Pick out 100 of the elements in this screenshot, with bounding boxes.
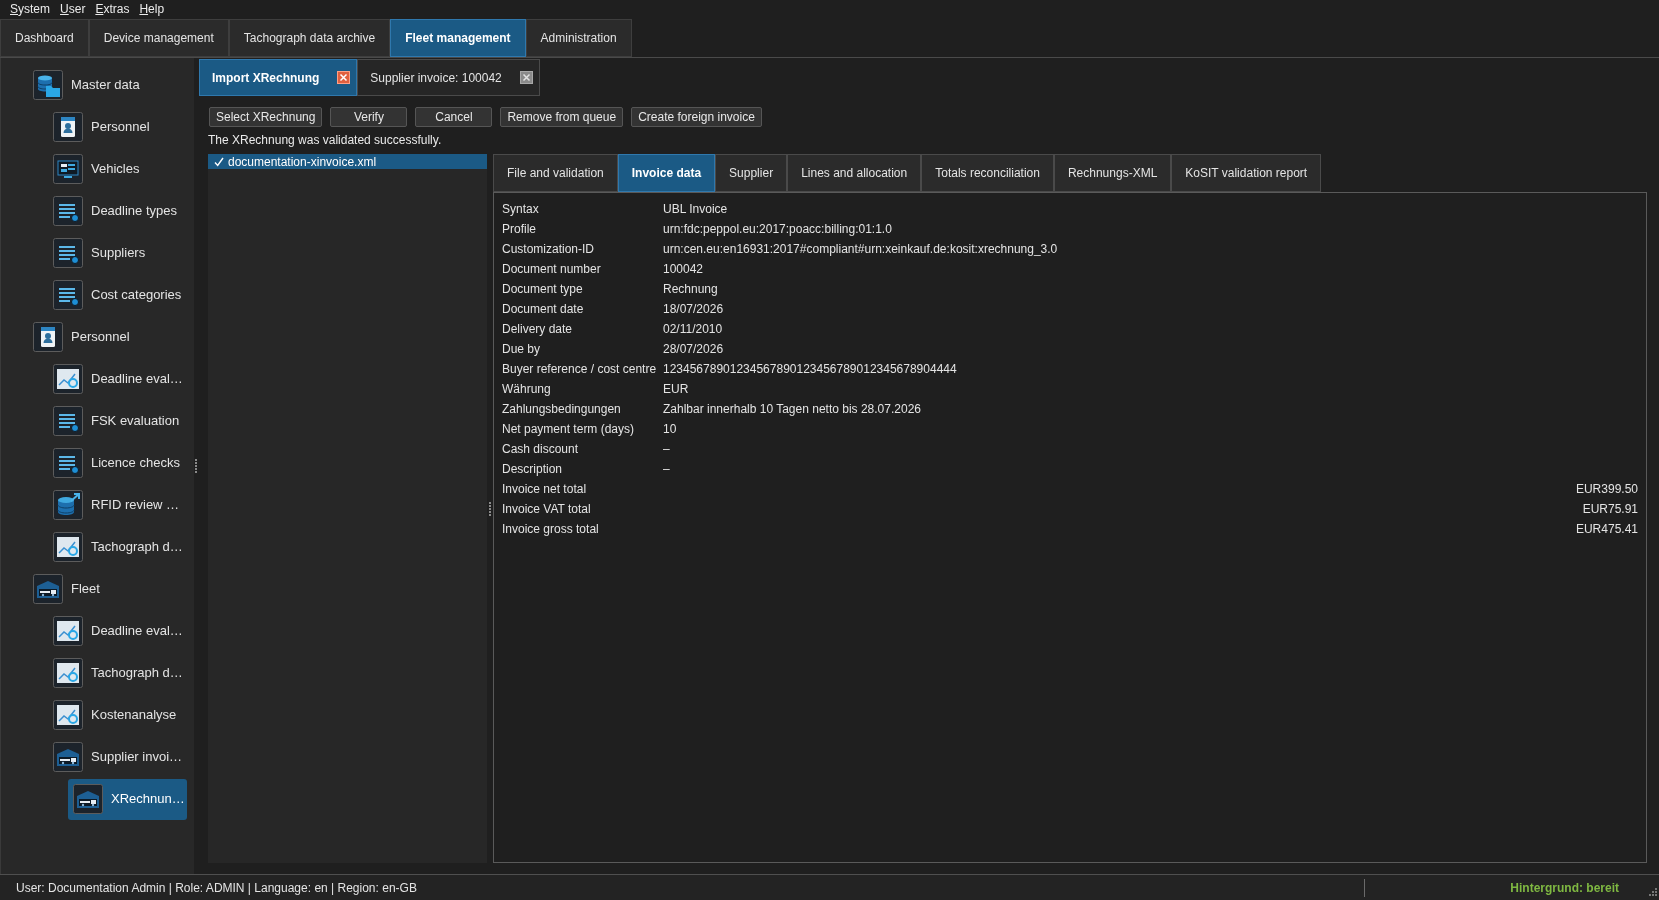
database-folder-icon (33, 70, 63, 100)
sidebar-item[interactable]: Suppliers (48, 232, 187, 274)
field-label: Document number (502, 261, 602, 278)
field-value: urn:cen.eu:en16931:2017#compliant#urn:xeinkauf.de:kosit:xrechnung_3.0 (663, 241, 1058, 258)
truck-garage-icon (73, 784, 103, 814)
field-value: EUR475.41 (1575, 521, 1638, 538)
field-label: Syntax (502, 201, 540, 218)
field-value: 100042 (663, 261, 704, 278)
sidebar-item[interactable]: Supplier invoi… (48, 736, 187, 778)
field-label: Net payment term (days) (502, 421, 636, 438)
field-label: Document date (502, 301, 585, 318)
menu-item[interactable]: User (55, 0, 91, 19)
sidebar-item[interactable]: Tachograph d… (48, 652, 187, 694)
field-value: Rechnung (663, 281, 718, 298)
truck-garage-icon (33, 574, 63, 604)
field-label: Buyer reference / cost centre (502, 361, 658, 378)
field-value: UBL Invoice (663, 201, 728, 218)
field-label: Invoice VAT total (502, 501, 592, 518)
truck-garage-icon (53, 742, 83, 772)
resize-grip-icon[interactable] (1647, 888, 1657, 898)
toolbar-button[interactable]: Verify (330, 107, 408, 127)
sidebar-item[interactable]: Deadline eval… (48, 610, 187, 652)
document-tab[interactable]: Supplier invoice: 100042 (357, 59, 540, 96)
detail-tab[interactable]: Lines and allocation (787, 154, 922, 192)
sidebar-item[interactable]: FSK evaluation (48, 400, 187, 442)
sidebar-item[interactable]: Deadline eval… (48, 358, 187, 400)
sidebar-item[interactable]: Fleet (28, 568, 187, 610)
display-panels-icon (53, 154, 83, 184)
field-value: 28/07/2026 (663, 341, 724, 358)
background-status: Hintergrund: bereit (1510, 879, 1619, 897)
field-value: – (663, 441, 670, 458)
sidebar-item[interactable]: Master data (28, 64, 187, 106)
main-tab[interactable]: Tachograph data archive (228, 19, 391, 57)
main-tab[interactable]: Fleet management (390, 19, 526, 57)
field-value: EUR399.50 (1575, 481, 1638, 498)
sidebar-item[interactable]: Tachograph d… (48, 526, 187, 568)
sidebar-item[interactable]: Personnel (28, 316, 187, 358)
sidebar-item[interactable]: XRechnun… (68, 778, 187, 820)
field-value: Zahlbar innerhalb 10 Tagen netto bis 28.07.2026 (663, 401, 921, 418)
list-settings-icon (53, 406, 83, 436)
field-value: urn:fdc:peppol.eu:2017:poacc:billing:01:1.0 (663, 221, 892, 238)
main-tab[interactable]: Dashboard (0, 19, 89, 57)
sidebar-item[interactable]: RFID review … (48, 484, 187, 526)
id-badge-icon (53, 112, 83, 142)
field-value: 12345678901234567890123456789012345678904444 (663, 361, 957, 378)
toolbar-button[interactable]: Cancel (415, 107, 493, 127)
field-value: 10 (663, 421, 677, 438)
list-settings-icon (53, 196, 83, 226)
field-label: Währung (502, 381, 552, 398)
toolbar-button[interactable]: Select XRechnung (209, 107, 323, 127)
sidebar-item[interactable]: Deadline types (48, 190, 187, 232)
list-settings-icon (53, 280, 83, 310)
field-label: Cash discount (502, 441, 580, 458)
field-value: EUR (663, 381, 689, 398)
field-label: Customization-ID (502, 241, 596, 258)
field-label: Due by (502, 341, 542, 358)
detail-tab[interactable]: Rechnungs-XML (1053, 154, 1172, 192)
field-value: EUR75.91 (1582, 501, 1638, 518)
sidebar-item[interactable]: Cost categories (48, 274, 187, 316)
main-tab[interactable]: Device management (88, 19, 229, 57)
detail-tab[interactable]: Invoice data (617, 154, 716, 192)
detail-tab[interactable]: Totals reconciliation (921, 154, 1054, 192)
menu-item[interactable]: System (5, 0, 56, 19)
toolbar-button[interactable]: Create foreign invoice (631, 107, 762, 127)
chart-magnifier-icon (53, 658, 83, 688)
chart-magnifier-icon (53, 364, 83, 394)
field-label: Invoice gross total (502, 521, 600, 538)
list-settings-icon (53, 238, 83, 268)
detail-tab[interactable]: KoSIT validation report (1171, 154, 1322, 192)
chart-magnifier-icon (53, 616, 83, 646)
sidebar-item[interactable]: Vehicles (48, 148, 187, 190)
close-icon[interactable] (519, 71, 533, 84)
detail-tab[interactable]: File and validation (493, 154, 618, 192)
status-message: The XRechnung was validated successfully. (208, 132, 442, 149)
close-icon[interactable] (337, 71, 351, 84)
field-label: Zahlungsbedingungen (502, 401, 622, 418)
list-settings-icon (53, 448, 83, 478)
id-badge-icon (33, 322, 63, 352)
check-icon (214, 156, 224, 167)
sidebar-item[interactable]: Personnel (48, 106, 187, 148)
field-value: 02/11/2010 (663, 321, 723, 338)
menu-item[interactable]: Extras (90, 0, 135, 19)
toolbar-button[interactable]: Remove from queue (500, 107, 624, 127)
main-tab[interactable]: Administration (525, 19, 632, 57)
sidebar-item[interactable]: Kostenanalyse (48, 694, 187, 736)
chart-magnifier-icon (53, 532, 83, 562)
menu-item[interactable]: Help (134, 0, 170, 19)
document-tab[interactable]: Import XRechnung (199, 59, 358, 96)
field-value: – (663, 461, 670, 478)
field-label: Invoice net total (502, 481, 588, 498)
status-text: User: Documentation Admin | Role: ADMIN | Language: en | Region: en-GB (15, 879, 417, 897)
field-label: Document type (502, 281, 584, 298)
field-value: 18/07/2026 (663, 301, 724, 318)
chart-magnifier-icon (53, 700, 83, 730)
field-label: Description (502, 461, 564, 478)
sidebar-item[interactable]: Licence checks (48, 442, 187, 484)
detail-tab[interactable]: Supplier (715, 154, 788, 192)
field-label: Delivery date (502, 321, 574, 338)
field-label: Profile (502, 221, 537, 238)
file-list-item[interactable]: documentation-xinvoice.xml (208, 154, 487, 169)
